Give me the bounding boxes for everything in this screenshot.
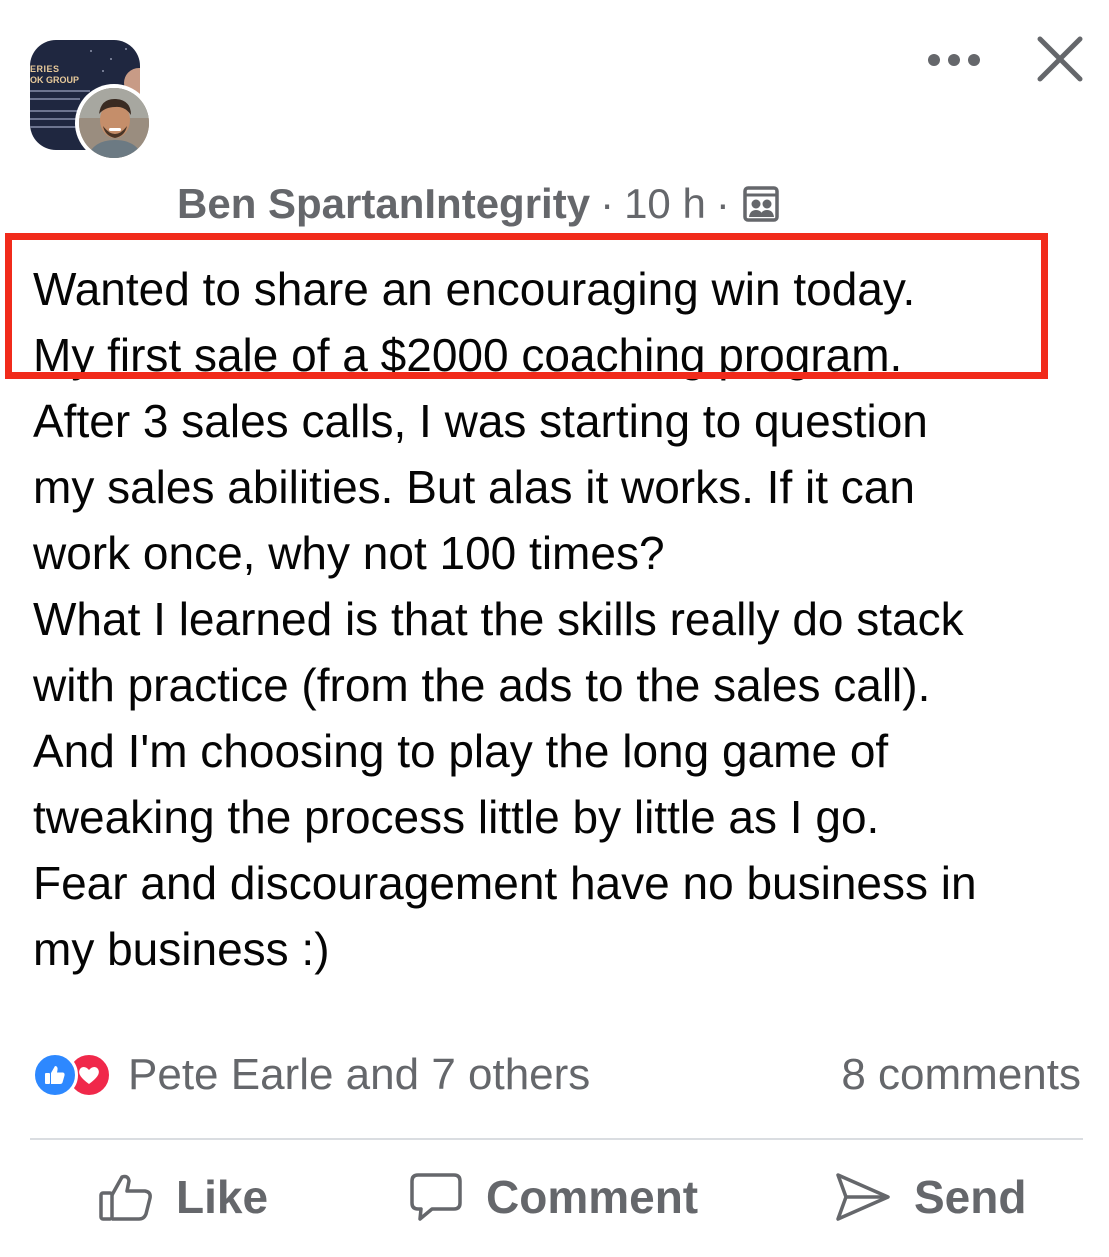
post-text-line: with practice (from the ads to the sales… <box>33 659 931 711</box>
send-label: Send <box>914 1171 1027 1223</box>
comment-label: Comment <box>486 1171 699 1223</box>
like-reaction-icon <box>32 1052 78 1098</box>
close-icon[interactable] <box>1034 33 1086 85</box>
post-text-line: What I learned is that the skills really… <box>33 593 964 645</box>
separator: · <box>715 180 730 227</box>
more-horizontal-icon[interactable] <box>926 48 982 72</box>
post-text-line: tweaking the process little by little as… <box>33 791 880 843</box>
author-name[interactable]: Ben SpartanIntegrity <box>177 180 590 228</box>
paper-plane-icon <box>836 1173 890 1221</box>
group-thumbnail-text: ERIES <box>30 64 60 74</box>
like-label: Like <box>176 1171 269 1223</box>
post-text-line: my sales abilities. But alas it works. I… <box>33 461 915 513</box>
post-text-line: Fear and discouragement have no business… <box>33 857 977 909</box>
thumbnail-star <box>102 70 104 72</box>
thumbnail-star <box>110 58 112 60</box>
group-members-icon <box>743 186 779 222</box>
divider <box>30 1138 1083 1140</box>
avatar-photo <box>79 88 149 158</box>
thumbnail-star <box>90 50 92 52</box>
reaction-names: Pete Earle and 7 others <box>128 1050 591 1099</box>
thumbs-up-icon <box>45 1066 65 1084</box>
thumbnail-star <box>125 48 127 50</box>
comment-button[interactable]: Comment <box>408 1170 698 1224</box>
post-text-line: work once, why not 100 times? <box>33 527 665 579</box>
thumbs-up-icon <box>99 1174 152 1221</box>
highlight-annotation-box <box>5 233 1048 379</box>
heart-icon <box>79 1067 99 1084</box>
speech-bubble-icon <box>410 1173 462 1221</box>
group-thumbnail-text: OK GROUP <box>30 75 80 85</box>
like-button[interactable]: Like <box>98 1170 268 1224</box>
post-text-line: After 3 sales calls, I was starting to q… <box>33 395 928 447</box>
separator: · <box>600 180 615 227</box>
thumbnail-decor-line <box>30 126 78 128</box>
post-time[interactable]: 10 h <box>624 180 706 228</box>
post-text-line: And I'm choosing to play the long game o… <box>33 725 889 777</box>
post-text-line: my business :) <box>33 923 330 975</box>
thumbnail-decor-line <box>30 98 80 100</box>
author-avatar[interactable] <box>75 84 153 162</box>
send-button[interactable]: Send <box>834 1170 1026 1224</box>
person-photo-icon <box>79 88 149 158</box>
thumbnail-decor-line <box>30 90 90 92</box>
comments-count[interactable]: 8 comments <box>841 1050 1081 1100</box>
reactions-summary[interactable]: Pete Earle and 7 others <box>32 1050 590 1100</box>
post-author-line: Ben SpartanIntegrity · 10 h · <box>177 180 780 228</box>
